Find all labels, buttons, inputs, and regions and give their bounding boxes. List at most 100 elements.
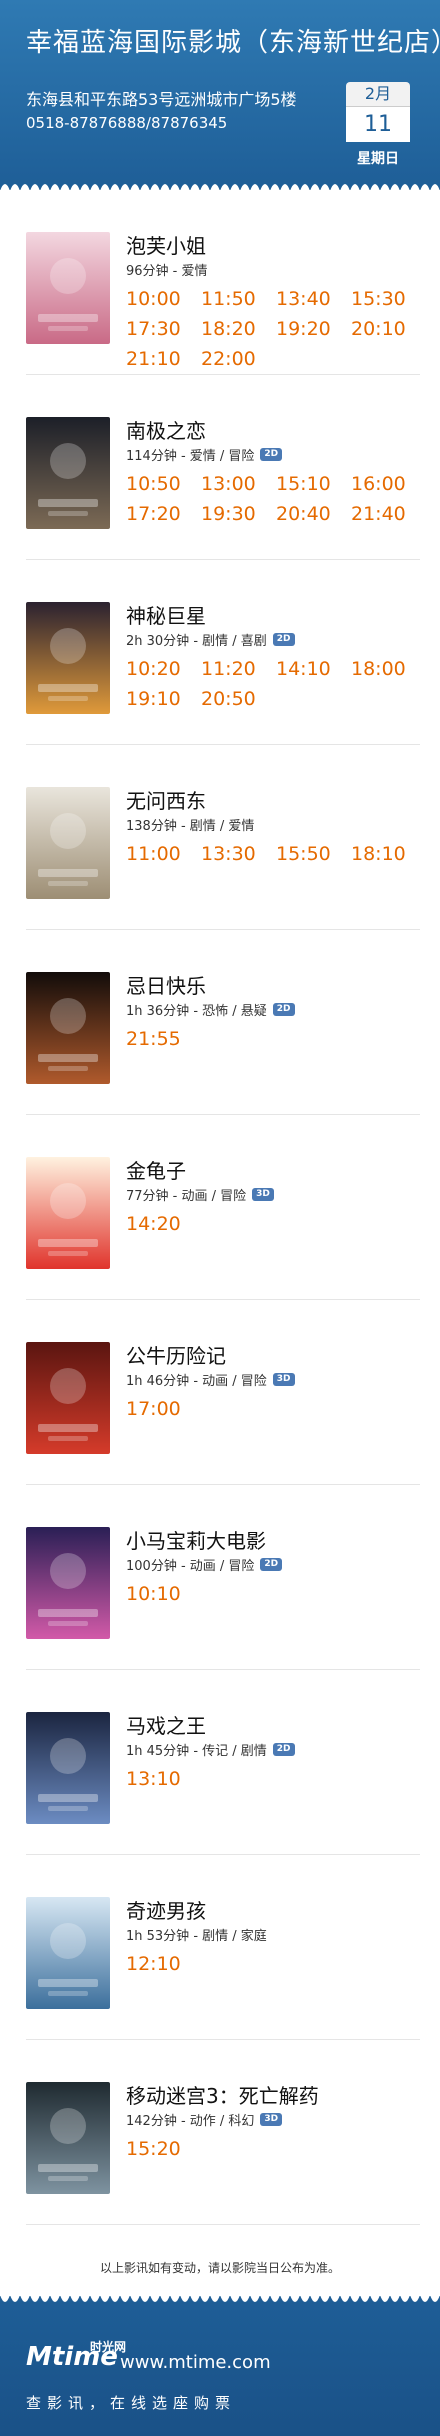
movie-item[interactable]: 移动迷宫3：死亡解药 142分钟 - 动作 / 科幻 3D 15:20 xyxy=(26,2040,420,2225)
movie-item[interactable]: 金龟子 77分钟 - 动画 / 冒险 3D 14:20 xyxy=(26,1115,420,1300)
scallop-divider xyxy=(0,184,440,191)
movie-meta-text: 77分钟 - 动画 / 冒险 xyxy=(126,1189,247,1204)
showtime[interactable]: 21:10 xyxy=(126,348,201,370)
movie-poster[interactable] xyxy=(26,1527,110,1639)
movie-poster[interactable] xyxy=(26,1157,110,1269)
movie-item[interactable]: 泡芙小姐 96分钟 - 爱情 10:00 11:50 13:40 15:30 17:30 18… xyxy=(26,190,420,375)
movie-poster[interactable] xyxy=(26,972,110,1084)
showtime[interactable]: 16:00 xyxy=(351,473,426,495)
showtime[interactable]: 19:20 xyxy=(276,318,351,340)
showtimes: 13:10 xyxy=(126,1768,426,1790)
showtime[interactable]: 17:00 xyxy=(126,1398,201,1420)
scallop-divider-footer xyxy=(0,2295,440,2302)
header: 幸福蓝海国际影城（东海新世纪店） 东海县和平东路53号远洲城市广场5楼 0518… xyxy=(0,0,440,191)
movie-meta: 96分钟 - 爱情 xyxy=(126,260,208,279)
movie-meta-text: 96分钟 - 爱情 xyxy=(126,264,208,279)
showtime[interactable]: 20:10 xyxy=(351,318,426,340)
movie-poster[interactable] xyxy=(26,602,110,714)
movie-meta-text: 1h 46分钟 - 动画 / 冒险 xyxy=(126,1374,267,1389)
mtime-site-link[interactable]: www.mtime.com xyxy=(120,2352,271,2373)
movie-item[interactable]: 马戏之王 1h 45分钟 - 传记 / 剧情 2D 13:10 xyxy=(26,1670,420,1855)
movie-poster[interactable] xyxy=(26,787,110,899)
movie-title[interactable]: 马戏之王 xyxy=(126,1710,206,1739)
showtime[interactable]: 20:40 xyxy=(276,503,351,525)
movie-meta: 1h 46分钟 - 动画 / 冒险 3D xyxy=(126,1370,295,1389)
movie-item[interactable]: 忌日快乐 1h 36分钟 - 恐怖 / 悬疑 2D 21:55 xyxy=(26,930,420,1115)
movie-title[interactable]: 奇迹男孩 xyxy=(126,1895,206,1924)
showtime[interactable]: 13:40 xyxy=(276,288,351,310)
showtime[interactable]: 18:20 xyxy=(201,318,276,340)
format-badge: 2D xyxy=(272,1743,295,1756)
movie-poster[interactable] xyxy=(26,232,110,344)
showtime[interactable]: 18:10 xyxy=(351,843,426,865)
showtimes: 14:20 xyxy=(126,1213,426,1235)
movie-meta-text: 142分钟 - 动作 / 科幻 xyxy=(126,2114,255,2129)
showtime[interactable]: 10:10 xyxy=(126,1583,201,1605)
showtimes: 10:10 xyxy=(126,1583,426,1605)
date-month: 2月 xyxy=(346,82,410,106)
movie-meta: 1h 45分钟 - 传记 / 剧情 2D xyxy=(126,1740,295,1759)
movie-title[interactable]: 南极之恋 xyxy=(126,415,206,444)
movie-poster[interactable] xyxy=(26,417,110,529)
showtime[interactable]: 15:10 xyxy=(276,473,351,495)
showtime[interactable]: 10:20 xyxy=(126,658,201,680)
showtime[interactable]: 19:10 xyxy=(126,688,201,710)
format-badge: 3D xyxy=(252,1188,274,1201)
movie-poster[interactable] xyxy=(26,1712,110,1824)
showtime[interactable]: 11:00 xyxy=(126,843,201,865)
showtimes: 12:10 xyxy=(126,1953,426,1975)
showtime[interactable]: 13:10 xyxy=(126,1768,201,1790)
showtime[interactable]: 22:00 xyxy=(201,348,276,370)
showtime[interactable]: 13:00 xyxy=(201,473,276,495)
movie-title[interactable]: 移动迷宫3：死亡解药 xyxy=(126,2080,319,2109)
showtime[interactable]: 12:10 xyxy=(126,1953,201,1975)
movie-title[interactable]: 小马宝莉大电影 xyxy=(126,1525,266,1554)
showtime[interactable]: 10:00 xyxy=(126,288,201,310)
movie-title[interactable]: 神秘巨星 xyxy=(126,600,206,629)
footer: Mtime 时光网 www.mtime.com 查影讯，在线选座购票 xyxy=(0,2295,440,2436)
movie-meta: 114分钟 - 爱情 / 冒险 2D xyxy=(126,445,283,464)
showtime[interactable]: 14:20 xyxy=(126,1213,201,1235)
movie-item[interactable]: 公牛历险记 1h 46分钟 - 动画 / 冒险 3D 17:00 xyxy=(26,1300,420,1485)
showtime[interactable]: 21:55 xyxy=(126,1028,201,1050)
format-badge: 2D xyxy=(260,1558,283,1571)
showtime[interactable]: 10:50 xyxy=(126,473,201,495)
showtime[interactable]: 17:20 xyxy=(126,503,201,525)
showtime[interactable]: 18:00 xyxy=(351,658,426,680)
showtime[interactable]: 13:30 xyxy=(201,843,276,865)
movie-title[interactable]: 金龟子 xyxy=(126,1155,186,1184)
movie-item[interactable]: 小马宝莉大电影 100分钟 - 动画 / 冒险 2D 10:10 xyxy=(26,1485,420,1670)
movie-poster[interactable] xyxy=(26,1897,110,2009)
showtime[interactable]: 11:20 xyxy=(201,658,276,680)
disclaimer-note: 以上影讯如有变动，请以影院当日公布为准。 xyxy=(99,2261,340,2275)
showtime[interactable]: 15:30 xyxy=(351,288,426,310)
movie-poster[interactable] xyxy=(26,1342,110,1454)
showtime[interactable]: 20:50 xyxy=(201,688,276,710)
movie-item[interactable]: 南极之恋 114分钟 - 爱情 / 冒险 2D 10:50 13:00 15:10 16:0… xyxy=(26,375,420,560)
movie-meta: 1h 53分钟 - 剧情 / 家庭 xyxy=(126,1925,267,1944)
showtime[interactable]: 15:20 xyxy=(126,2138,201,2160)
showtime[interactable]: 17:30 xyxy=(126,318,201,340)
date-card: 2月 11 星期日 xyxy=(346,82,410,168)
movie-title[interactable]: 无问西东 xyxy=(126,785,206,814)
movie-title[interactable]: 泡芙小姐 xyxy=(126,230,206,259)
showtimes: 10:50 13:00 15:10 16:00 17:20 19:30 20:40 21:40 xyxy=(126,473,426,525)
showtime[interactable]: 14:10 xyxy=(276,658,351,680)
movie-item[interactable]: 奇迹男孩 1h 53分钟 - 剧情 / 家庭 12:10 xyxy=(26,1855,420,2040)
movie-poster[interactable] xyxy=(26,2082,110,2194)
showtimes: 10:20 11:20 14:10 18:00 19:10 20:50 xyxy=(126,658,426,710)
movie-item[interactable]: 神秘巨星 2h 30分钟 - 剧情 / 喜剧 2D 10:20 11:20 14:10 18… xyxy=(26,560,420,745)
movie-item[interactable]: 无问西东 138分钟 - 剧情 / 爱情 11:00 13:30 15:50 18:10 xyxy=(26,745,420,930)
showtime[interactable]: 15:50 xyxy=(276,843,351,865)
movie-title[interactable]: 公牛历险记 xyxy=(126,1340,226,1369)
format-badge: 2D xyxy=(260,448,283,461)
movie-title[interactable]: 忌日快乐 xyxy=(126,970,206,999)
showtime[interactable]: 11:50 xyxy=(201,288,276,310)
showtime[interactable]: 19:30 xyxy=(201,503,276,525)
movie-meta: 77分钟 - 动画 / 冒险 3D xyxy=(126,1185,274,1204)
cinema-name: 幸福蓝海国际影城（东海新世纪店） xyxy=(26,28,440,58)
movie-meta: 100分钟 - 动画 / 冒险 2D xyxy=(126,1555,283,1574)
cinema-address: 东海县和平东路53号远洲城市广场5楼 xyxy=(26,90,297,109)
showtime[interactable]: 21:40 xyxy=(351,503,426,525)
movie-meta: 138分钟 - 剧情 / 爱情 xyxy=(126,815,254,834)
